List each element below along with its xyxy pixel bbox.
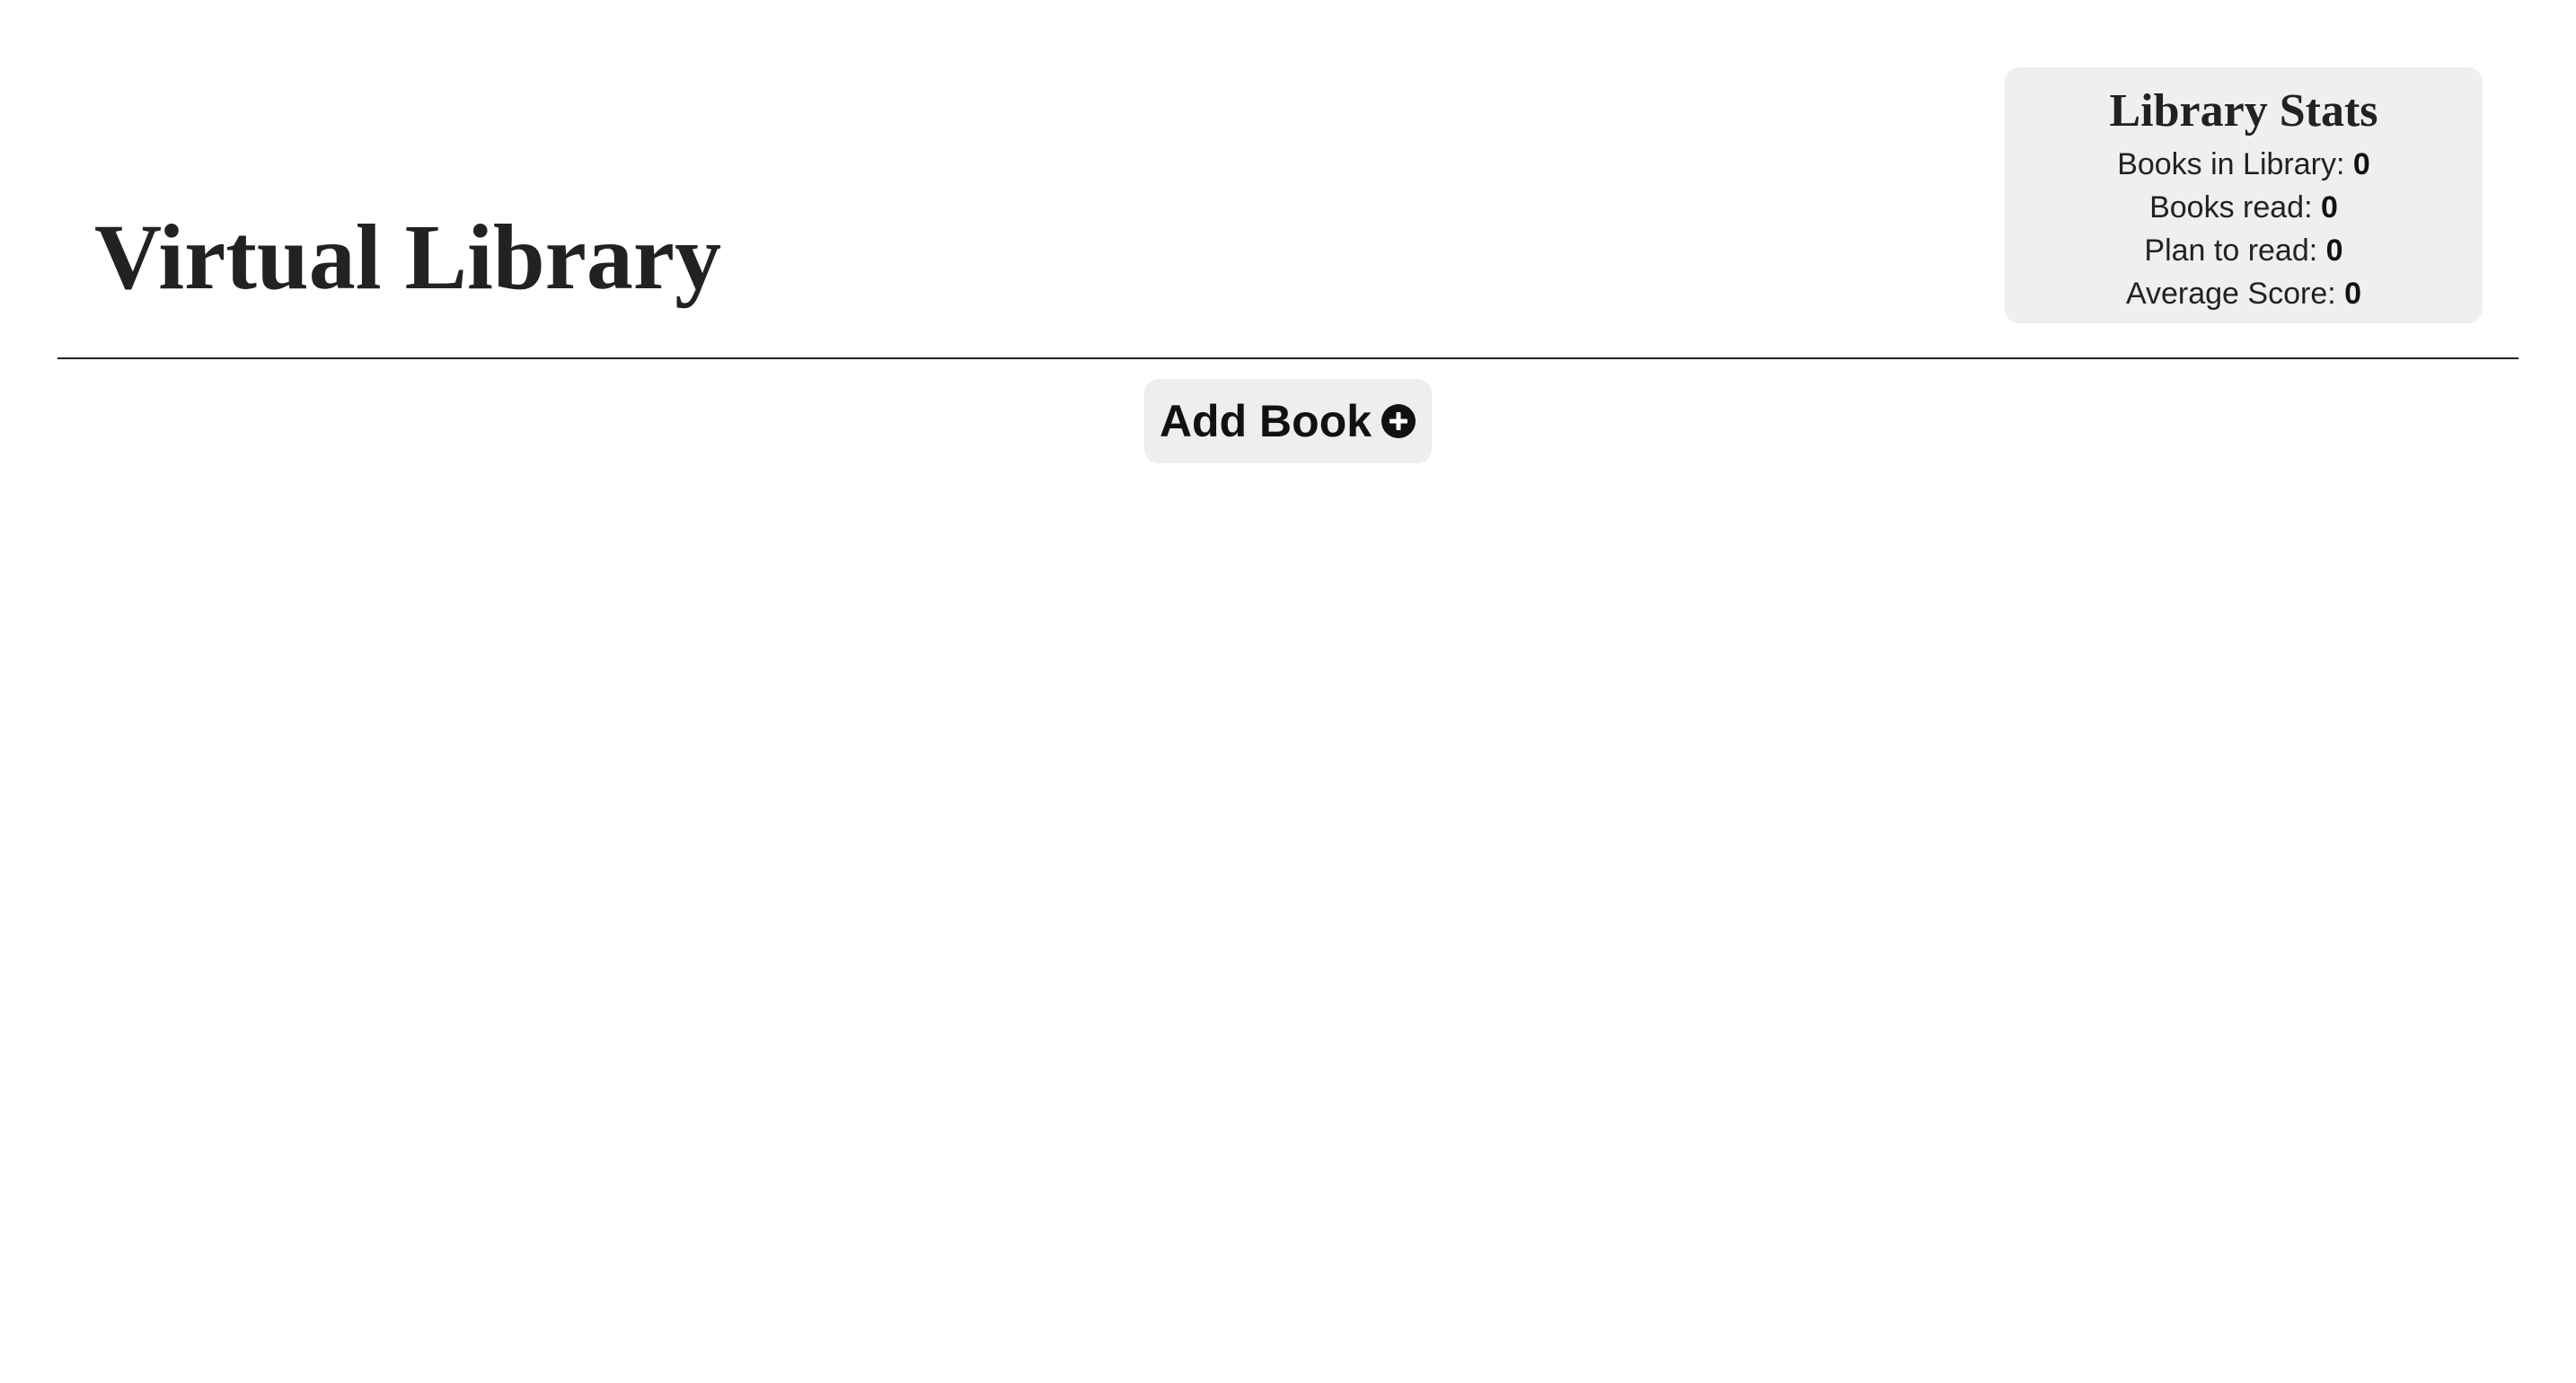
stat-label: Books in Library: <box>2117 147 2345 181</box>
page-title: Virtual Library <box>94 206 722 309</box>
stat-plan-to-read: Plan to read: 0 <box>2005 229 2483 272</box>
stats-title: Library Stats <box>2109 85 2378 137</box>
add-book-button[interactable]: Add Book <box>1144 379 1432 463</box>
stat-books-read: Books read: 0 <box>2005 186 2483 229</box>
stat-value: 0 <box>2320 190 2338 225</box>
add-book-label: Add Book <box>1159 396 1372 446</box>
stat-average-score: Average Score: 0 <box>2005 272 2483 315</box>
stat-value: 0 <box>2325 233 2343 268</box>
stat-label: Plan to read: <box>2144 233 2318 268</box>
stat-value: 0 <box>2352 147 2370 181</box>
stat-label: Books read: <box>2149 190 2313 225</box>
stat-value: 0 <box>2344 277 2362 311</box>
stat-books-in-library: Books in Library: 0 <box>2005 143 2483 186</box>
plus-circle-icon <box>1381 404 1416 438</box>
library-stats-panel: Library Stats Books in Library: 0 Books … <box>2005 67 2483 323</box>
header-divider <box>57 357 2519 359</box>
stat-label: Average Score: <box>2125 277 2336 311</box>
